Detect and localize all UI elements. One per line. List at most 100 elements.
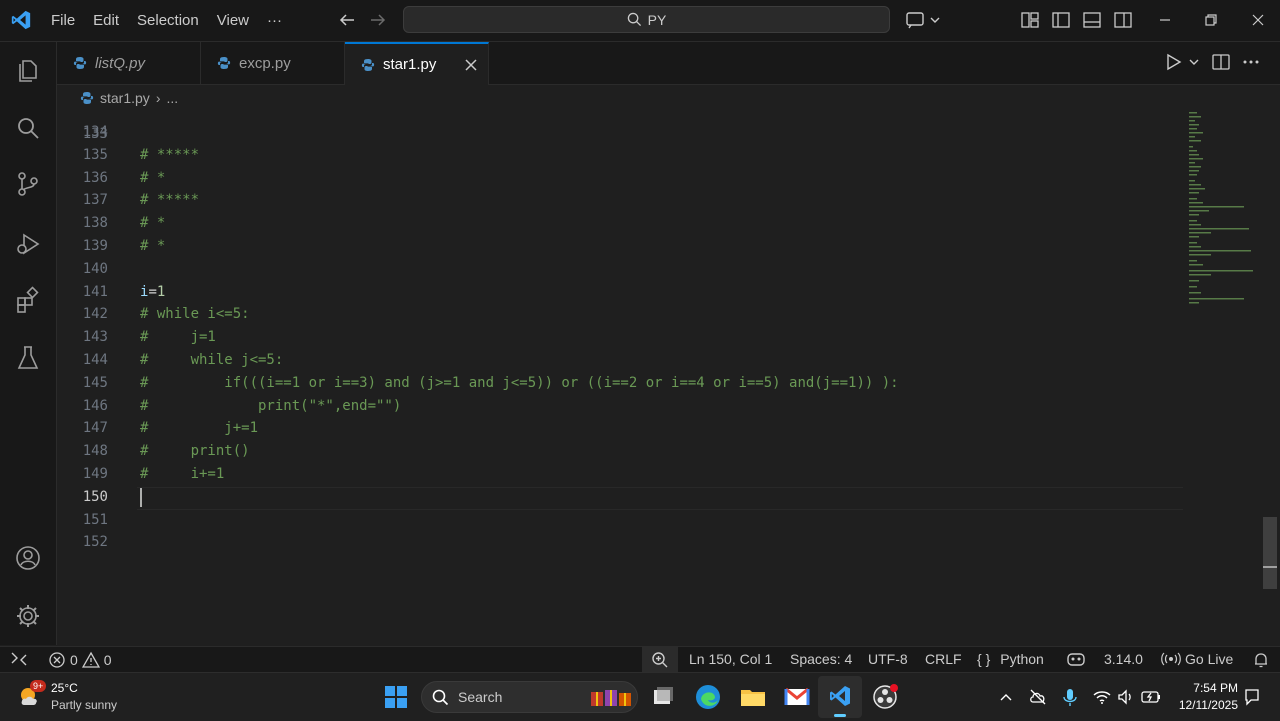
weather-badge: 9+ <box>30 680 47 692</box>
code-line: 151 <box>57 509 1187 532</box>
tab-excp[interactable]: excp.py <box>201 42 345 84</box>
line-number: 145 <box>82 374 108 391</box>
back-arrow-icon[interactable] <box>338 11 356 29</box>
encoding[interactable]: UTF-8 <box>868 651 908 667</box>
menu-edit[interactable]: Edit <box>84 12 128 29</box>
more-actions-icon[interactable] <box>1241 52 1261 72</box>
toggle-panel-icon[interactable] <box>1082 10 1102 30</box>
notification-center-icon[interactable] <box>1243 687 1261 707</box>
search-highlight-gifts-icon <box>591 690 631 706</box>
restore-icon[interactable] <box>1203 12 1219 28</box>
indentation[interactable]: Spaces: 4 <box>790 651 852 667</box>
source-control-icon[interactable] <box>14 170 42 198</box>
code-line: 145 # if(((i==1 or i==3) and (j>=1 and j<… <box>57 372 1187 395</box>
cloud-offline-icon[interactable] <box>1028 687 1048 707</box>
minimap[interactable] <box>1187 110 1257 310</box>
zoom-indicator[interactable] <box>642 647 678 673</box>
run-python-file-icon[interactable] <box>1164 52 1204 72</box>
breadcrumb-file[interactable]: star1.py <box>100 90 150 106</box>
obs-studio-icon[interactable] <box>869 681 901 713</box>
extensions-icon[interactable] <box>14 286 42 314</box>
language-braces: { } <box>977 651 991 667</box>
line-number: 137 <box>82 192 108 209</box>
line-number: 146 <box>82 397 108 414</box>
copilot-icon[interactable] <box>1066 650 1086 668</box>
tab-label: star1.py <box>383 56 437 73</box>
notifications-bell-icon[interactable] <box>1252 651 1270 669</box>
line-number: 139 <box>82 238 108 254</box>
code-text: # * <box>140 238 166 254</box>
vertical-scrollbar[interactable] <box>1263 517 1277 589</box>
editor-tabs: listQ.py excp.py star1.py <box>57 42 1280 85</box>
activity-bar <box>0 42 57 645</box>
line-ending[interactable]: CRLF <box>925 651 962 667</box>
code-line: 147 # j+=1 <box>57 417 1187 440</box>
close-tab-icon[interactable] <box>464 58 478 72</box>
file-explorer-icon[interactable] <box>737 681 769 713</box>
command-center-search[interactable]: PY <box>403 6 890 33</box>
menu-more[interactable]: ··· <box>258 12 291 29</box>
code-line: 137 # ***** <box>57 189 1187 212</box>
search-icon <box>432 689 449 706</box>
language-mode[interactable]: { } Python <box>977 651 1044 667</box>
tab-label: listQ.py <box>95 54 146 72</box>
battery-charging-icon[interactable] <box>1140 687 1162 707</box>
run-and-debug-icon[interactable] <box>14 230 42 258</box>
toggle-primary-sidebar-icon[interactable] <box>1051 10 1071 30</box>
line-number: 134 <box>82 124 108 140</box>
code-text: # while j<=5: <box>140 352 284 368</box>
volume-icon[interactable] <box>1116 687 1136 707</box>
forward-arrow-icon[interactable] <box>369 11 387 29</box>
vscode-taskbar-icon <box>830 686 850 706</box>
windows-start-icon[interactable] <box>380 681 412 713</box>
clock-time: 7:54 PM <box>1193 681 1238 695</box>
remote-indicator[interactable] <box>10 651 28 667</box>
windows-taskbar: 9+ 25°C Partly sunny Search 7:54 PM 12/1… <box>0 672 1280 721</box>
code-text: # print() <box>140 443 250 460</box>
menu-view[interactable]: View <box>208 12 258 29</box>
warning-icon <box>81 651 100 668</box>
cursor-position[interactable]: Ln 150, Col 1 <box>689 651 772 667</box>
testing-flask-icon[interactable] <box>14 344 42 372</box>
customize-layout-icon[interactable] <box>1020 10 1040 30</box>
code-editor[interactable]: 133 134 135 # ***** 136 # * 137 # ***** 138 # * 1… <box>57 112 1187 645</box>
line-number: 143 <box>82 329 108 346</box>
taskbar-search-placeholder: Search <box>458 689 503 705</box>
toggle-secondary-sidebar-icon[interactable] <box>1113 10 1133 30</box>
tab-star1[interactable]: star1.py <box>345 42 489 85</box>
code-text: # j+=1 <box>140 420 259 437</box>
code-text: # ***** <box>140 192 200 209</box>
gmail-icon[interactable] <box>781 681 813 713</box>
menu-file[interactable]: File <box>42 12 84 29</box>
vscode-taskbar-button[interactable] <box>818 676 862 718</box>
split-editor-icon[interactable] <box>1211 52 1231 72</box>
wifi-icon[interactable] <box>1092 687 1112 707</box>
explorer-files-icon[interactable] <box>14 56 42 84</box>
taskbar-search[interactable]: Search <box>421 681 638 713</box>
accounts-icon[interactable] <box>14 544 42 572</box>
show-hidden-icons-icon[interactable] <box>998 689 1014 705</box>
search-sidebar-icon[interactable] <box>14 114 42 142</box>
line-number: 142 <box>82 306 108 323</box>
go-live-label: Go Live <box>1185 651 1234 667</box>
menu-selection[interactable]: Selection <box>128 12 208 29</box>
problems-indicator[interactable]: 0 0 <box>48 651 112 669</box>
copilot-chat-icon[interactable] <box>905 10 941 30</box>
breadcrumb-separator: › <box>155 90 161 106</box>
python-version[interactable]: 3.14.0 <box>1104 651 1143 667</box>
manage-gear-icon[interactable] <box>14 602 42 630</box>
tab-listq[interactable]: listQ.py <box>57 42 201 84</box>
status-bar: 0 0 Ln 150, Col 1 Spaces: 4 UTF-8 CRLF {… <box>0 646 1280 673</box>
breadcrumb-symbols[interactable]: ... <box>166 90 178 106</box>
microphone-icon[interactable] <box>1062 687 1078 707</box>
minimize-icon[interactable] <box>1157 12 1173 28</box>
python-file-icon <box>73 57 87 69</box>
go-live-button[interactable]: Go Live <box>1161 651 1233 667</box>
edge-browser-icon[interactable] <box>692 681 724 713</box>
line-number: 138 <box>82 215 108 232</box>
command-center-text: PY <box>647 11 667 28</box>
task-view-icon[interactable] <box>647 681 679 713</box>
zoom-icon <box>652 652 668 668</box>
code-line: 136 # * <box>57 167 1187 190</box>
close-window-icon[interactable] <box>1250 12 1266 28</box>
